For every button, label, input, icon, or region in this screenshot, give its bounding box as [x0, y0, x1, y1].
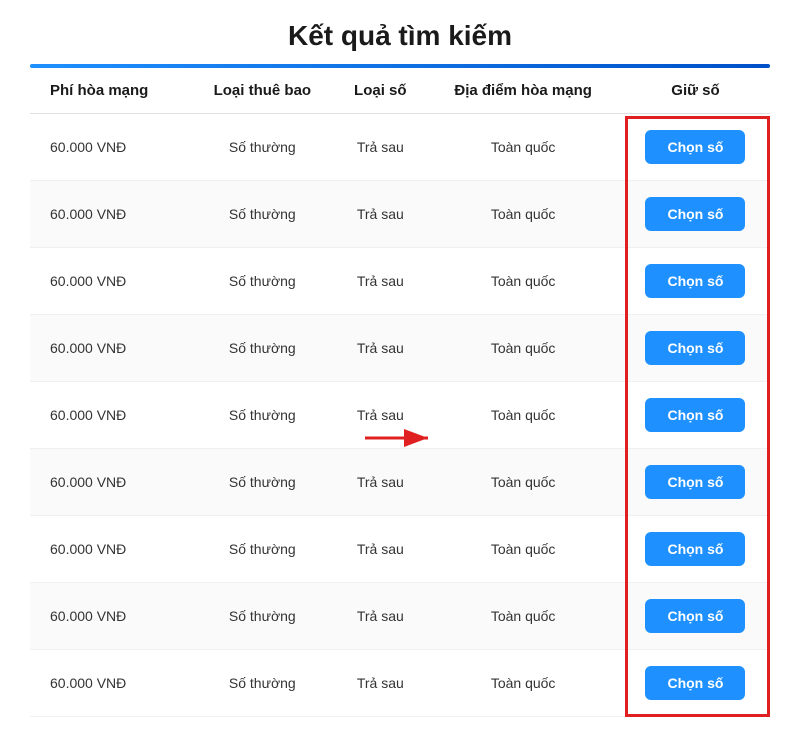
cell-phi: 60.000 VNĐ	[30, 248, 189, 315]
cell-phi: 60.000 VNĐ	[30, 315, 189, 382]
cell-dia-diem: Toàn quốc	[425, 449, 621, 516]
cell-giu-so: Chọn số	[621, 315, 770, 382]
cell-loai-thue-bao: Số thường	[189, 315, 335, 382]
cell-loai-so: Trả sau	[335, 114, 425, 181]
cell-phi: 60.000 VNĐ	[30, 181, 189, 248]
cell-loai-thue-bao: Số thường	[189, 181, 335, 248]
results-table: Phí hòa mạng Loại thuê bao Loại số Địa đ…	[30, 68, 770, 717]
col-header-dia-diem: Địa điểm hòa mạng	[425, 68, 621, 114]
cell-loai-so: Trả sau	[335, 516, 425, 583]
table-row: 60.000 VNĐSố thườngTrả sauToàn quốc Chọn …	[30, 382, 770, 449]
results-table-wrapper: Phí hòa mạng Loại thuê bao Loại số Địa đ…	[30, 68, 770, 717]
cell-giu-so: Chọn số	[621, 114, 770, 181]
col-header-loai-thue-bao: Loại thuê bao	[189, 68, 335, 114]
col-header-phi: Phí hòa mạng	[30, 68, 189, 114]
table-row: 60.000 VNĐSố thườngTrả sauToàn quốc Chọn …	[30, 449, 770, 516]
table-row: 60.000 VNĐSố thườngTrả sauToàn quốc Chọn …	[30, 315, 770, 382]
table-header-row: Phí hòa mạng Loại thuê bao Loại số Địa đ…	[30, 68, 770, 114]
col-header-loai-so: Loại số	[335, 68, 425, 114]
cell-loai-so: Trả sau	[335, 248, 425, 315]
cell-loai-so: Trả sau	[335, 583, 425, 650]
table-row: 60.000 VNĐSố thườngTrả sauToàn quốc Chọn …	[30, 248, 770, 315]
cell-phi: 60.000 VNĐ	[30, 583, 189, 650]
chon-so-button[interactable]: Chọn số	[645, 264, 745, 298]
cell-loai-thue-bao: Số thường	[189, 516, 335, 583]
cell-dia-diem: Toàn quốc	[425, 181, 621, 248]
table-row: 60.000 VNĐSố thườngTrả sauToàn quốc Chọn …	[30, 516, 770, 583]
cell-dia-diem: Toàn quốc	[425, 114, 621, 181]
chon-so-button[interactable]: Chọn số	[645, 532, 745, 566]
cell-dia-diem: Toàn quốc	[425, 583, 621, 650]
table-row: 60.000 VNĐSố thườngTrả sauToàn quốc Chọn …	[30, 114, 770, 181]
cell-giu-so: Chọn số	[621, 382, 770, 449]
table-row: 60.000 VNĐSố thườngTrả sauToàn quốc Chọn …	[30, 650, 770, 717]
cell-loai-so: Trả sau	[335, 382, 425, 449]
col-header-giu-so: Giữ số	[621, 68, 770, 114]
cell-loai-thue-bao: Số thường	[189, 248, 335, 315]
table-row: 60.000 VNĐSố thườngTrả sauToàn quốc Chọn …	[30, 583, 770, 650]
table-row: 60.000 VNĐSố thườngTrả sauToàn quốc Chọn …	[30, 181, 770, 248]
cell-dia-diem: Toàn quốc	[425, 382, 621, 449]
cell-giu-so: Chọn số	[621, 516, 770, 583]
chon-so-button[interactable]: Chọn số	[645, 599, 745, 633]
cell-giu-so: Chọn số	[621, 248, 770, 315]
cell-loai-so: Trả sau	[335, 181, 425, 248]
cell-phi: 60.000 VNĐ	[30, 114, 189, 181]
chon-so-button[interactable]: Chọn số	[645, 465, 745, 499]
cell-loai-so: Trả sau	[335, 449, 425, 516]
cell-phi: 60.000 VNĐ	[30, 516, 189, 583]
cell-dia-diem: Toàn quốc	[425, 315, 621, 382]
cell-giu-so: Chọn số	[621, 650, 770, 717]
cell-giu-so: Chọn số	[621, 181, 770, 248]
cell-loai-thue-bao: Số thường	[189, 650, 335, 717]
cell-dia-diem: Toàn quốc	[425, 248, 621, 315]
cell-loai-thue-bao: Số thường	[189, 449, 335, 516]
cell-phi: 60.000 VNĐ	[30, 382, 189, 449]
chon-so-button[interactable]: Chọn số	[645, 197, 745, 231]
cell-phi: 60.000 VNĐ	[30, 650, 189, 717]
chon-so-button[interactable]: Chọn số	[645, 331, 745, 365]
cell-loai-so: Trả sau	[335, 650, 425, 717]
cell-loai-thue-bao: Số thường	[189, 583, 335, 650]
cell-dia-diem: Toàn quốc	[425, 516, 621, 583]
cell-phi: 60.000 VNĐ	[30, 449, 189, 516]
cell-giu-so: Chọn số	[621, 449, 770, 516]
cell-loai-thue-bao: Số thường	[189, 114, 335, 181]
chon-so-button[interactable]: Chọn số	[645, 398, 745, 432]
chon-so-button[interactable]: Chọn số	[645, 666, 745, 700]
chon-so-button[interactable]: Chọn số	[645, 130, 745, 164]
cell-dia-diem: Toàn quốc	[425, 650, 621, 717]
cell-loai-so: Trả sau	[335, 315, 425, 382]
page-title: Kết quả tìm kiếm	[288, 20, 512, 52]
cell-loai-thue-bao: Số thường	[189, 382, 335, 449]
cell-giu-so: Chọn số	[621, 583, 770, 650]
